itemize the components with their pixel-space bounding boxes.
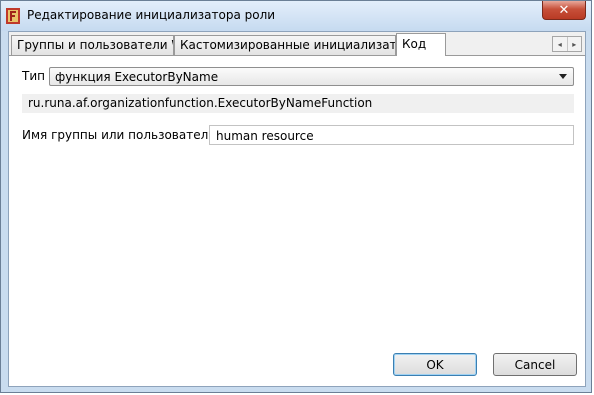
code-tab-panel: Тип функция ExecutorByName ru.runa.af.or…	[9, 55, 585, 386]
window-title: Редактирование инициализатора роли	[27, 8, 276, 22]
tab-bar: Группы и пользователи WF Кастомизированн…	[9, 33, 585, 56]
ok-button[interactable]: OK	[393, 353, 477, 376]
app-icon	[6, 8, 20, 24]
type-select-value: функция ExecutorByName	[55, 70, 219, 84]
close-button[interactable]: ✕	[542, 1, 586, 20]
class-name-field: ru.runa.af.organizationfunction.Executor…	[22, 94, 574, 113]
tab-custom-initializers[interactable]: Кастомизированные инициализаторы	[174, 35, 396, 55]
type-select[interactable]: функция ExecutorByName	[49, 67, 574, 86]
dialog-content: Группы и пользователи WF Кастомизированн…	[8, 31, 586, 387]
group-name-label: Имя группы или пользователя *:	[22, 128, 230, 142]
group-name-input[interactable]	[209, 125, 574, 145]
chevron-down-icon	[559, 74, 567, 79]
tab-scroll-arrows: ◂ ▸	[552, 36, 582, 52]
type-label: Тип	[22, 69, 45, 83]
title-bar[interactable]: Редактирование инициализатора роли ✕	[1, 1, 591, 31]
scroll-right-icon[interactable]: ▸	[568, 37, 582, 51]
tab-groups-users[interactable]: Группы и пользователи WF	[11, 35, 174, 55]
tab-code[interactable]: Код	[396, 33, 446, 56]
scroll-left-icon[interactable]: ◂	[553, 37, 568, 51]
dialog-window: Редактирование инициализатора роли ✕ Гру…	[0, 0, 592, 393]
close-icon: ✕	[558, 2, 570, 18]
cancel-button[interactable]: Cancel	[493, 353, 577, 376]
